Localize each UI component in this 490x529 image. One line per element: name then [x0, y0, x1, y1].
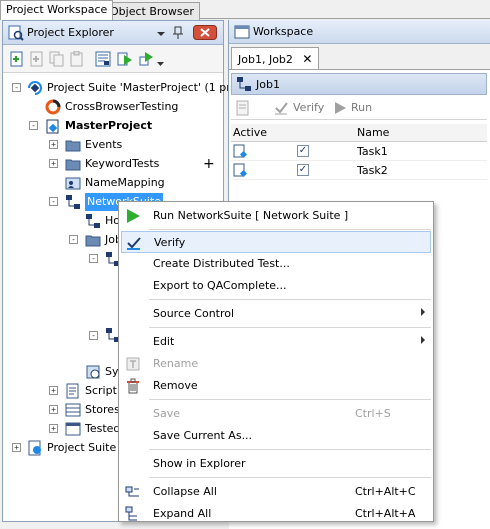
menu-item-verify[interactable]: Verify — [121, 231, 431, 253]
folder-icon — [65, 140, 81, 152]
dropdown-arrow-icon[interactable] — [155, 25, 167, 41]
job-icon — [237, 77, 251, 91]
run-options-icon[interactable] — [139, 51, 155, 67]
column-active[interactable]: Active — [233, 126, 267, 139]
panel-title: Project Explorer — [27, 26, 114, 39]
explorer-toolbar — [3, 45, 223, 73]
folder-icon — [65, 159, 81, 171]
synch-icon — [86, 365, 100, 379]
tab-object-browser[interactable]: Object Browser — [104, 2, 200, 20]
close-tab-icon[interactable]: ✕ — [302, 52, 312, 66]
copy-item-icon[interactable] — [49, 51, 65, 67]
expander-plus-icon[interactable]: + — [49, 405, 58, 414]
menu-item-rename[interactable]: Rename — [121, 353, 431, 375]
verify-icon — [127, 237, 141, 250]
menu-item-export-qacomplete[interactable]: Export to QAComplete... — [121, 275, 431, 297]
run-button[interactable]: Run — [351, 101, 372, 114]
tab-label: Job1, Job2 — [238, 53, 293, 66]
tab-project-workspace[interactable]: Project Workspace — [0, 0, 114, 20]
menu-item-create-distributed-test[interactable]: Create Distributed Test... — [121, 253, 431, 275]
stores-icon — [65, 403, 81, 417]
table-row[interactable]: ✓ Task2 — [231, 161, 487, 180]
expander-plus-icon[interactable]: + — [49, 140, 58, 149]
job-properties-icon[interactable] — [235, 100, 251, 116]
context-menu: Run NetworkSuite [ Network Suite ] Verif… — [118, 201, 434, 522]
project-icon — [46, 119, 59, 134]
menu-item-run-networksuite[interactable]: Run NetworkSuite [ Network Suite ] — [121, 205, 431, 227]
menu-separator — [149, 299, 431, 300]
expander-minus-icon[interactable]: - — [89, 254, 98, 263]
remove-icon — [127, 378, 139, 394]
task-icon — [233, 163, 248, 178]
pin-icon[interactable] — [171, 25, 185, 41]
menu-item-collapse-all[interactable]: Collapse All Ctrl+Alt+C — [121, 481, 431, 503]
folder-icon — [85, 235, 101, 247]
active-checkbox[interactable]: ✓ — [297, 145, 309, 157]
verify-icon[interactable] — [273, 100, 289, 116]
script-icon — [66, 383, 79, 399]
namemapping-icon — [65, 177, 81, 190]
project-suite-icon — [28, 81, 42, 95]
table-row[interactable]: ✓ Task1 — [231, 142, 487, 161]
add-item-icon[interactable] — [9, 51, 25, 67]
tab-job1-job2[interactable]: Job1, Job2 ✕ — [231, 47, 320, 69]
run-icon[interactable] — [333, 100, 347, 116]
active-checkbox[interactable]: ✓ — [297, 164, 309, 176]
grid-header: Active Name — [231, 124, 487, 142]
run-dropdown-icon[interactable] — [156, 51, 166, 67]
testedapps-icon — [65, 422, 81, 436]
menu-item-save-current-as[interactable]: Save Current As... — [121, 425, 431, 447]
collapse-icon — [125, 486, 139, 497]
hosts-icon — [86, 214, 100, 228]
menu-item-save[interactable]: Save Ctrl+S — [121, 403, 431, 425]
menu-separator — [149, 229, 431, 230]
submenu-arrow-icon — [421, 336, 425, 344]
menu-separator — [149, 327, 431, 328]
document-tab-strip: Project Workspace Object Browser — [0, 0, 490, 20]
verify-button[interactable]: Verify — [293, 101, 324, 114]
project-explorer-header: Project Explorer — [3, 21, 223, 45]
workspace-header: Workspace — [229, 20, 490, 44]
menu-item-edit[interactable]: Edit — [121, 331, 431, 353]
run-project-icon[interactable] — [117, 51, 133, 67]
task-icon — [233, 144, 248, 159]
menu-separator — [149, 449, 431, 450]
rename-icon — [126, 357, 140, 371]
expander-minus-icon[interactable]: - — [29, 121, 38, 130]
workspace-icon — [234, 25, 250, 39]
menu-item-show-in-explorer[interactable]: Show in Explorer — [121, 453, 431, 475]
menu-separator — [149, 477, 431, 478]
add-existing-icon[interactable] — [29, 51, 45, 67]
expander-plus-icon[interactable]: + — [49, 159, 58, 168]
paste-item-icon[interactable] — [69, 51, 85, 67]
workspace-title: Workspace — [253, 25, 314, 38]
expander-minus-icon[interactable]: - — [89, 331, 98, 340]
tasks-grid: Active Name ✓ Task1 ✓ Task2 — [231, 124, 487, 180]
expander-minus-icon[interactable]: - — [69, 235, 78, 244]
expander-plus-icon[interactable]: + — [12, 443, 21, 452]
close-panel-icon[interactable] — [193, 25, 217, 40]
run-icon — [127, 209, 140, 223]
properties-icon[interactable] — [95, 51, 111, 67]
job-title: Job1 — [256, 78, 280, 91]
job-header: Job1 — [231, 73, 487, 95]
project-explorer-icon — [8, 25, 24, 41]
menu-separator — [149, 399, 431, 400]
expander-minus-icon[interactable]: - — [12, 83, 21, 92]
add-keyword-test-icon[interactable]: + — [203, 155, 215, 173]
task-name: Task1 — [357, 145, 388, 158]
crossbrowsertesting-icon — [45, 99, 61, 115]
expand-icon — [125, 506, 137, 521]
column-name[interactable]: Name — [357, 126, 389, 139]
task-name: Task2 — [357, 164, 388, 177]
logs-icon — [28, 440, 41, 456]
submenu-arrow-icon — [421, 308, 425, 316]
menu-item-source-control[interactable]: Source Control — [121, 303, 431, 325]
menu-item-remove[interactable]: Remove — [121, 375, 431, 397]
job-toolbar: Verify Run — [231, 96, 487, 120]
networksuite-icon — [66, 195, 80, 209]
expander-minus-icon[interactable]: - — [49, 197, 58, 206]
expander-plus-icon[interactable]: + — [49, 386, 58, 395]
expander-plus-icon[interactable]: + — [49, 424, 58, 433]
